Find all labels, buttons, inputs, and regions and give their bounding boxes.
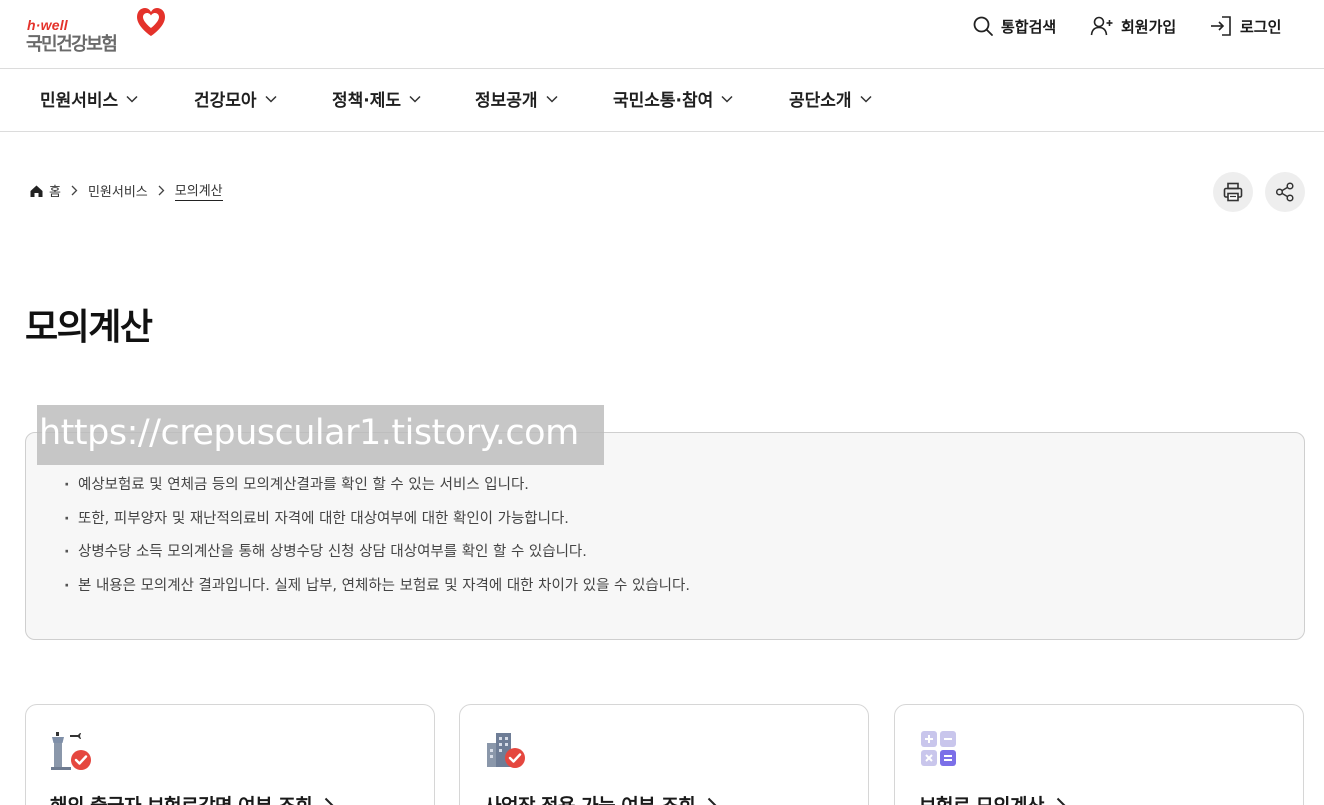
gnb-item-label: 공단소개 bbox=[789, 91, 852, 111]
gnb-item-info-disclosure[interactable]: 정보공개 bbox=[475, 86, 558, 111]
card-premium-calculator[interactable]: 보험료 모의계산 bbox=[894, 704, 1304, 805]
gnb-item-policy[interactable]: 정책·제도 bbox=[332, 86, 421, 111]
gnb-item-label: 정보공개 bbox=[475, 91, 538, 111]
search-link-label: 통합검색 bbox=[1001, 17, 1057, 36]
chevron-down-icon bbox=[860, 95, 872, 103]
chevron-down-icon bbox=[721, 95, 733, 103]
logo-name-text: 국민건강보험 bbox=[26, 34, 118, 55]
chevron-right-icon bbox=[324, 797, 334, 805]
join-link-label: 회원가입 bbox=[1121, 17, 1177, 36]
gnb-item-civil-service[interactable]: 민원서비스 bbox=[40, 86, 138, 111]
login-link-label: 로그인 bbox=[1240, 17, 1282, 36]
gnb-item-label: 건강모아 bbox=[194, 91, 257, 111]
card-title: 보험료 모의계산 bbox=[919, 791, 1066, 805]
gnb-item-label: 민원서비스 bbox=[40, 91, 119, 111]
search-icon bbox=[973, 16, 993, 36]
site-header: h·well 국민건강보험 통합검색 회원가입 로그인 bbox=[0, 0, 1324, 69]
breadcrumb: 홈 민원서비스 모의계산 bbox=[29, 180, 223, 201]
card-workplace-eligibility[interactable]: 사업장 적용 가능 여부 조회 bbox=[459, 704, 869, 805]
nhis-logo[interactable]: h·well 국민건강보험 bbox=[26, 5, 171, 57]
gnb-item-health-moa[interactable]: 건강모아 bbox=[194, 86, 277, 111]
chevron-right-icon bbox=[1056, 797, 1066, 805]
notice-item: 상병수당 소득 모의계산을 통해 상병수당 신청 상담 대상여부를 확인 할 수… bbox=[62, 540, 690, 574]
home-icon[interactable] bbox=[29, 184, 44, 198]
watermark-overlay: https://crepuscular1.tistory.com bbox=[37, 405, 604, 465]
breadcrumb-civil-service[interactable]: 민원서비스 bbox=[88, 181, 148, 200]
notice-list: 예상보험료 및 연체금 등의 모의계산결과를 확인 할 수 있는 서비스 입니다… bbox=[62, 473, 690, 607]
gnb-item-participation[interactable]: 국민소통·참여 bbox=[613, 86, 733, 111]
notice-item: 본 내용은 모의계산 결과입니다. 실제 납부, 연체하는 보험료 및 자격에 … bbox=[62, 574, 690, 608]
card-overseas-exemption[interactable]: 해외 출국자 보험료감면 여부 조회 bbox=[25, 704, 435, 805]
printer-icon bbox=[1223, 182, 1243, 202]
card-title-label: 사업장 적용 가능 여부 조회 bbox=[484, 791, 696, 805]
card-title: 해외 출국자 보험료감면 여부 조회 bbox=[50, 791, 334, 805]
card-title-label: 보험료 모의계산 bbox=[919, 791, 1044, 805]
search-link[interactable]: 통합검색 bbox=[972, 13, 1056, 39]
building-check-icon bbox=[487, 733, 525, 768]
chevron-right-icon bbox=[71, 185, 78, 196]
share-button[interactable] bbox=[1265, 172, 1305, 212]
chevron-down-icon bbox=[409, 95, 421, 103]
user-plus-icon bbox=[1090, 16, 1113, 36]
gnb-item-label: 정책·제도 bbox=[332, 91, 402, 111]
login-link[interactable]: 로그인 bbox=[1209, 13, 1281, 39]
chevron-down-icon bbox=[546, 95, 558, 103]
page-title: 모의계산 bbox=[25, 307, 153, 348]
join-link[interactable]: 회원가입 bbox=[1090, 13, 1176, 39]
card-title-label: 해외 출국자 보험료감면 여부 조회 bbox=[50, 791, 313, 805]
heart-logo-icon bbox=[137, 8, 165, 36]
login-icon bbox=[1211, 16, 1231, 36]
share-icon bbox=[1275, 182, 1294, 202]
gnb-item-about[interactable]: 공단소개 bbox=[789, 86, 872, 111]
breadcrumb-home[interactable]: 홈 bbox=[49, 181, 61, 200]
print-button[interactable] bbox=[1213, 172, 1253, 212]
notice-item: 예상보험료 및 연체금 등의 모의계산결과를 확인 할 수 있는 서비스 입니다… bbox=[62, 473, 690, 507]
chevron-right-icon bbox=[708, 797, 717, 805]
global-navigation: 민원서비스 건강모아 정책·제도 정보공개 국민소통·참여 공단소개 bbox=[0, 69, 1324, 132]
chevron-down-icon bbox=[126, 95, 138, 103]
chevron-down-icon bbox=[265, 95, 277, 103]
notice-item: 또한, 피부양자 및 재난적의료비 자격에 대한 대상여부에 대한 확인이 가능… bbox=[62, 507, 690, 541]
card-title: 사업장 적용 가능 여부 조회 bbox=[484, 791, 717, 805]
gnb-item-label: 국민소통·참여 bbox=[613, 91, 714, 111]
airport-tower-check-icon bbox=[51, 732, 91, 770]
chevron-right-icon bbox=[158, 185, 165, 196]
calculator-icon bbox=[921, 731, 956, 766]
breadcrumb-current[interactable]: 모의계산 bbox=[174, 180, 223, 201]
